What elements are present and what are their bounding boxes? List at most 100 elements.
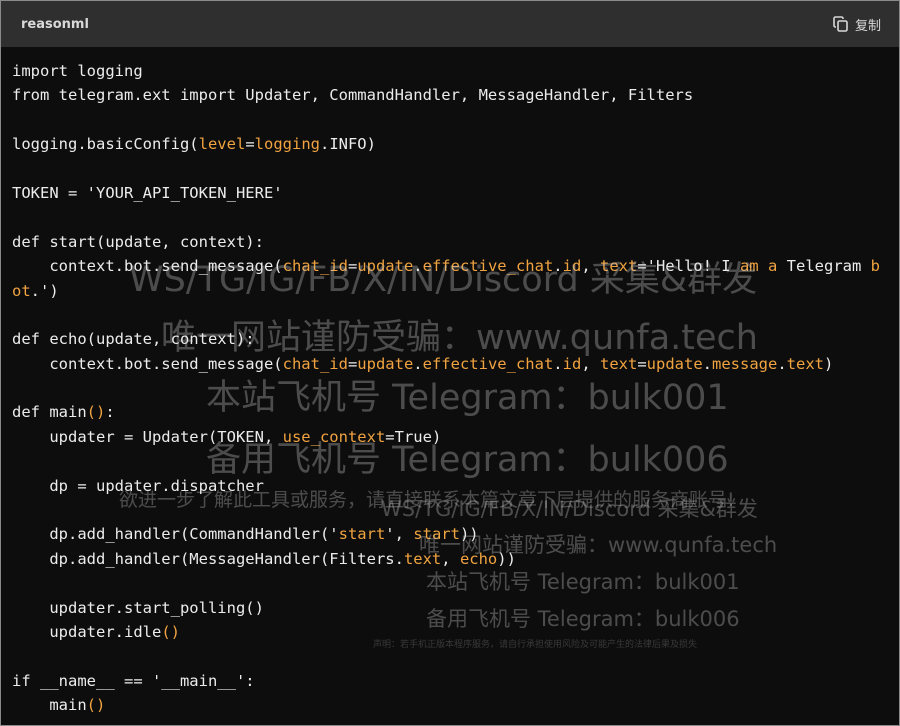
code-line: dp.add_handler(CommandHandler('start', s… <box>12 522 899 546</box>
code-token-param: effective_chat <box>422 257 554 276</box>
code-token: Telegram <box>777 257 871 276</box>
code-token: updater.idle <box>12 622 162 641</box>
code-line: dp = updater.dispatcher <box>12 474 899 498</box>
code-token-param: () <box>86 403 106 422</box>
code-token: def main <box>12 403 87 422</box>
code-token: = <box>245 135 255 154</box>
code-token-param: start <box>338 525 386 544</box>
code-token: context.bot.send_message( <box>12 354 283 373</box>
code-token-param: am <box>739 257 759 276</box>
code-line: updater.idle() <box>12 620 899 644</box>
code-line: main() <box>12 693 899 717</box>
code-line: context.bot.send_message(chat_id=update.… <box>12 352 899 376</box>
code-token: ) <box>824 354 834 373</box>
code-token-param: b <box>870 257 880 276</box>
code-token-param: effective_chat <box>422 354 554 373</box>
code-token: dp.add_handler(MessageHandler(Filters. <box>12 549 404 568</box>
code-line: def start(update, context): <box>12 230 899 254</box>
code-token-param: use_context <box>282 427 386 446</box>
code-token-param: echo <box>459 549 498 568</box>
code-token-param: text <box>599 354 638 373</box>
code-token-param: ot <box>12 281 31 300</box>
code-token: . <box>553 354 563 373</box>
code-token-param: update <box>646 354 703 373</box>
code-token: . <box>413 354 423 373</box>
code-token-param: id <box>562 354 582 373</box>
code-token-param: chat_id <box>282 257 348 276</box>
code-token-param: start <box>413 525 460 544</box>
code-token: main <box>12 696 87 715</box>
code-line: from telegram.ext import Updater, Comman… <box>12 83 899 107</box>
code-token: ='Hello! I <box>637 257 740 276</box>
code-token: dp = updater.dispatcher <box>12 476 264 495</box>
code-token: logging.basicConfig( <box>12 135 199 154</box>
copy-icon <box>833 16 849 32</box>
code-token: if __name__ == '__main__': <box>12 671 255 690</box>
code-token-param: chat_id <box>282 354 348 373</box>
code-line: ot.') <box>12 279 899 303</box>
code-token: . <box>553 257 563 276</box>
code-token-param: () <box>161 622 180 641</box>
code-token-param: level <box>198 135 246 154</box>
code-token-param: id <box>562 257 582 276</box>
code-token: .') <box>30 281 59 300</box>
code-token: : <box>105 403 115 422</box>
code-line: import logging <box>12 59 899 83</box>
language-label: reasonml <box>21 16 89 32</box>
code-token: . <box>702 354 712 373</box>
code-token: def echo(update, context): <box>12 330 255 349</box>
code-token-param: update <box>357 257 414 276</box>
code-token: . <box>413 257 423 276</box>
code-token-param: update <box>357 354 414 373</box>
code-block-header: reasonml 复制 <box>1 1 899 47</box>
copy-label: 复制 <box>854 18 881 34</box>
code-token-param: text <box>599 257 638 276</box>
code-token: =True) <box>385 427 442 446</box>
code-line: def echo(update, context): <box>12 327 899 351</box>
code-line: context.bot.send_message(chat_id=update.… <box>12 254 899 278</box>
code-token-param: text <box>403 549 442 568</box>
code-token: ', <box>385 525 414 544</box>
code-line: TOKEN = 'YOUR_API_TOKEN_HERE' <box>12 181 899 205</box>
code-line: updater.start_polling() <box>12 596 899 620</box>
code-token: updater = Updater(TOKEN, <box>12 427 283 446</box>
copy-button[interactable]: 复制 <box>833 15 881 34</box>
code-token-param: text <box>786 354 824 373</box>
code-token: , <box>581 257 600 276</box>
code-token: . <box>777 354 787 373</box>
code-block: reasonml 复制 import logging from telegram.… <box>0 0 900 726</box>
code-token: updater.start_polling() <box>12 598 264 617</box>
code-token: = <box>637 354 647 373</box>
code-line: def main(): <box>12 400 899 424</box>
code-token: def start(update, context): <box>12 232 264 251</box>
code-token-param: a <box>767 257 778 276</box>
code-token-param: () <box>86 696 106 715</box>
code-line: dp.add_handler(MessageHandler(Filters.te… <box>12 547 899 571</box>
code-line: if __name__ == '__main__': <box>12 669 899 693</box>
code-token: )) <box>497 549 516 568</box>
code-token: TOKEN = 'YOUR_API_TOKEN_HERE' <box>12 183 283 202</box>
code-token: .INFO) <box>319 135 376 154</box>
code-token: context.bot.send_message( <box>12 257 283 276</box>
code-token: , <box>441 549 460 568</box>
code-line: updater = Updater(TOKEN, use_context=Tru… <box>12 425 899 449</box>
code-token-param: logging <box>254 135 320 154</box>
code-token: , <box>581 354 600 373</box>
code-token: )) <box>459 525 479 544</box>
code-token: import logging <box>12 62 143 80</box>
code-content[interactable]: import logging from telegram.ext import U… <box>1 47 899 725</box>
code-token: from telegram.ext import Updater, Comman… <box>12 86 694 105</box>
code-line: logging.basicConfig(level=logging.INFO) <box>12 132 899 156</box>
code-token: dp.add_handler(CommandHandler(' <box>12 525 339 544</box>
code-token-param: message <box>712 354 778 373</box>
code-token: = <box>347 354 358 373</box>
